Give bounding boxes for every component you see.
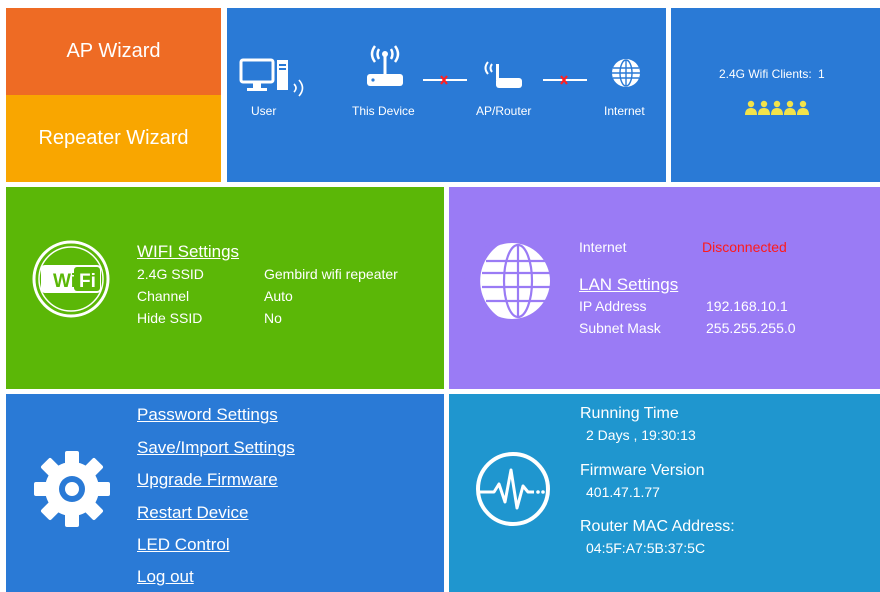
repeater-wizard-label: Repeater Wizard [38, 127, 189, 149]
subnet-mask-value: 255.255.255.0 [706, 320, 796, 336]
internet-status-value: Disconnected [702, 239, 787, 255]
repeater-device-icon [367, 45, 403, 86]
running-time-label: Running Time [580, 405, 679, 422]
mac-address-value: 04:5F:A7:5B:37:5C [586, 540, 706, 556]
wifi-clients-count: 1 [818, 67, 825, 81]
save-import-settings-link[interactable]: Save/Import Settings [137, 438, 295, 458]
upgrade-firmware-link[interactable]: Upgrade Firmware [137, 470, 278, 490]
lan-settings-panel: Internet Disconnected LAN Settings IP Ad… [449, 187, 880, 389]
globe-icon [464, 243, 550, 319]
gear-icon [34, 451, 110, 527]
ip-address-value: 192.168.10.1 [706, 298, 788, 314]
this-device-label: This Device [352, 104, 415, 118]
ssid-label: 2.4G SSID [137, 266, 204, 282]
globe-icon [612, 59, 640, 87]
firmware-version-value: 401.47.1.77 [586, 484, 660, 500]
user-label: User [251, 104, 277, 118]
wifi-settings-panel: Wi Fi WIFI Settings 2.4G SSID Gembird wi… [6, 187, 444, 389]
ip-address-label: IP Address [579, 298, 647, 314]
wifi-settings-link[interactable]: WIFI Settings [137, 242, 239, 262]
topology-panel: User This Device AP/Router Internet [227, 8, 666, 182]
ap-router-label: AP/Router [476, 104, 532, 118]
running-time-value: 2 Days , 19:30:13 [586, 427, 696, 443]
password-settings-link[interactable]: Password Settings [137, 405, 278, 425]
disconnected-link-icon [423, 75, 467, 85]
ssid-value: Gembird wifi repeater [264, 266, 398, 282]
internet-label: Internet [604, 104, 645, 118]
led-control-link[interactable]: LED Control [137, 535, 230, 555]
users-icon [745, 100, 809, 115]
hide-ssid-label: Hide SSID [137, 310, 203, 326]
ap-wizard-button[interactable]: AP Wizard [6, 8, 221, 95]
hide-ssid-value: No [264, 310, 282, 326]
mac-address-label: Router MAC Address: [580, 518, 735, 535]
pulse-monitor-icon [476, 452, 550, 526]
wifi-logo-icon: Wi Fi [32, 240, 110, 318]
wifi-clients-text: 2.4G Wifi Clients: 1 [719, 67, 825, 81]
channel-value: Auto [264, 288, 293, 304]
management-panel: Password Settings Save/Import Settings U… [6, 394, 444, 592]
restart-device-link[interactable]: Restart Device [137, 503, 248, 523]
system-status-panel: Running Time 2 Days , 19:30:13 Firmware … [449, 394, 880, 592]
subnet-mask-label: Subnet Mask [579, 320, 661, 336]
ap-wizard-label: AP Wizard [66, 40, 161, 62]
svg-text:Fi: Fi [79, 271, 96, 292]
wifi-clients-panel[interactable]: 2.4G Wifi Clients: 1 [671, 8, 880, 182]
disconnected-link-icon [543, 75, 587, 85]
repeater-wizard-button[interactable]: Repeater Wizard [6, 95, 221, 182]
wifi-clients-label: 2.4G Wifi Clients: [719, 67, 812, 81]
lan-settings-link[interactable]: LAN Settings [579, 275, 678, 295]
log-out-link[interactable]: Log out [137, 567, 194, 587]
computer-icon [239, 58, 304, 97]
svg-text:Wi: Wi [53, 271, 76, 292]
router-icon [484, 61, 522, 88]
channel-label: Channel [137, 288, 190, 304]
firmware-version-label: Firmware Version [580, 462, 705, 479]
internet-status-label: Internet [579, 239, 627, 255]
